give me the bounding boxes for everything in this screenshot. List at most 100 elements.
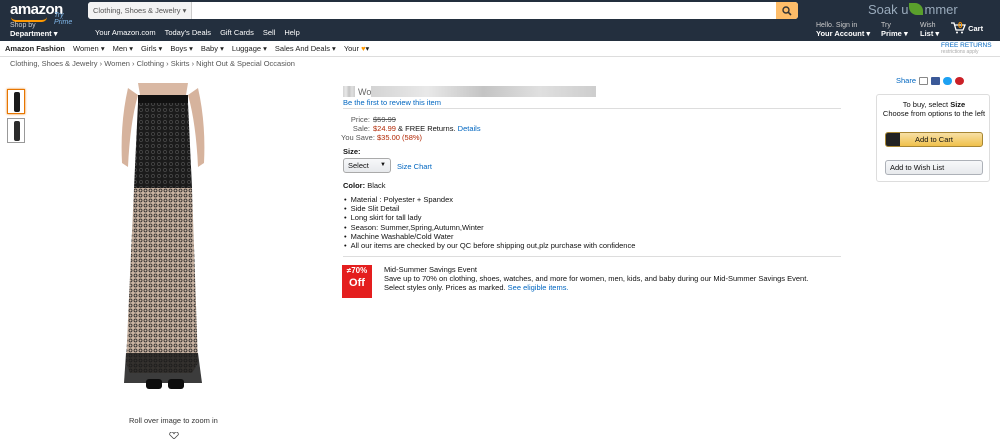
pinterest-icon[interactable] bbox=[955, 76, 965, 85]
divider bbox=[343, 108, 841, 109]
sale-price: $24.99 bbox=[373, 124, 396, 133]
bullet-item: Material : Polyester + Spandex bbox=[344, 195, 635, 204]
color-label: Color: bbox=[343, 181, 366, 190]
eligible-items-link[interactable]: See eligible items. bbox=[508, 283, 569, 292]
size-select[interactable]: Select ▼ bbox=[343, 158, 391, 173]
add-to-wishlist-button[interactable]: Add to Wish List bbox=[885, 160, 983, 175]
nav-gift-cards[interactable]: Gift Cards bbox=[220, 28, 254, 37]
list-price: $59.99 bbox=[373, 115, 396, 124]
review-link[interactable]: Be the first to review this item bbox=[343, 98, 441, 107]
account-menu[interactable]: Hello. Sign in Your Account ▾ bbox=[816, 22, 870, 38]
search-category-label: Clothing, Shoes & Jewelry bbox=[93, 6, 181, 15]
subnav-your[interactable]: Your ♥▾ bbox=[344, 44, 369, 53]
add-to-cart-label: Add to Cart bbox=[915, 135, 953, 144]
color-row: Color: Black bbox=[343, 181, 386, 190]
color-value: Black bbox=[367, 181, 386, 190]
event-note: Select styles only. Prices as marked. Se… bbox=[384, 283, 569, 292]
details-link[interactable]: Details bbox=[458, 124, 481, 133]
add-to-cart-button[interactable]: Add to Cart bbox=[885, 132, 983, 147]
thumbnail-2[interactable] bbox=[7, 118, 25, 143]
save-amount: $35.00 (58%) bbox=[377, 133, 423, 142]
cart-icon bbox=[886, 133, 900, 146]
shop-by-department[interactable]: Shop by Department ▾ bbox=[10, 22, 58, 38]
twitter-icon[interactable] bbox=[943, 76, 953, 85]
subnav-girls[interactable]: Girls ▾ bbox=[141, 44, 162, 53]
search-category-dropdown[interactable]: Clothing, Shoes & Jewelry ▾ bbox=[88, 2, 193, 19]
zoom-hint: Roll over image to zoom in bbox=[129, 416, 218, 425]
event-title: Mid-Summer Savings Event bbox=[384, 265, 477, 274]
header-nav-links: Your Amazon.com Today's Deals Gift Cards… bbox=[95, 28, 300, 37]
buy-instructions: To buy, select Size Choose from options … bbox=[882, 100, 986, 118]
promo-text-1: Soak u bbox=[868, 2, 909, 17]
price-label: Price: bbox=[350, 115, 370, 124]
free-returns-link[interactable]: FREE RETURNS restrictions apply bbox=[941, 42, 992, 56]
account-line2: Your Account bbox=[816, 29, 865, 38]
sale-label: Sale: bbox=[352, 124, 370, 133]
search-bar: Clothing, Shoes & Jewelry ▾ bbox=[88, 2, 798, 19]
top-navigation-bar: amazon Try Prime Clothing, Shoes & Jewel… bbox=[0, 0, 1000, 41]
search-input[interactable] bbox=[192, 2, 776, 19]
fashion-subnav: Amazon Fashion Women ▾ Men ▾ Girls ▾ Boy… bbox=[0, 41, 1000, 57]
search-button[interactable] bbox=[776, 2, 798, 19]
nav-sell[interactable]: Sell bbox=[263, 28, 276, 37]
leaf-icon bbox=[909, 3, 924, 15]
shop-by-line2: Department bbox=[10, 29, 52, 38]
breadcrumb[interactable]: Clothing, Shoes & Jewelry › Women › Clot… bbox=[10, 59, 295, 68]
promo-text-2: mmer bbox=[924, 2, 958, 17]
chevron-down-icon: ▼ bbox=[380, 162, 386, 168]
subnav-boys[interactable]: Boys ▾ bbox=[170, 44, 193, 53]
title-redacted bbox=[371, 86, 596, 97]
prime-menu[interactable]: Try Prime ▾ bbox=[881, 22, 908, 38]
bullet-item: Side Slit Detail bbox=[344, 204, 635, 213]
cart-count: 0 bbox=[958, 21, 963, 30]
add-to-wishlist-label: Add to Wish List bbox=[890, 163, 945, 172]
heart-icon[interactable] bbox=[168, 432, 180, 439]
facebook-icon[interactable] bbox=[931, 76, 941, 85]
main-product-image[interactable] bbox=[108, 83, 218, 393]
subnav-men[interactable]: Men ▾ bbox=[113, 44, 133, 53]
nav-your-amazon[interactable]: Your Amazon.com bbox=[95, 28, 156, 37]
size-select-value: Select bbox=[348, 161, 369, 170]
promo-banner[interactable]: Soak u mmer bbox=[868, 0, 958, 20]
subnav-luggage[interactable]: Luggage ▾ bbox=[232, 44, 267, 53]
bullet-item: All our items are checked by our QC befo… bbox=[344, 241, 636, 250]
product-title-text: Wo bbox=[358, 87, 372, 97]
free-returns-note: & FREE Returns. bbox=[398, 124, 456, 133]
save-label: You Save: bbox=[341, 133, 375, 142]
list-price-row: Price: $59.99 bbox=[336, 115, 396, 124]
subnav-women[interactable]: Women ▾ bbox=[73, 44, 105, 53]
thumbnail-1[interactable] bbox=[7, 89, 25, 114]
badge-off: Off bbox=[349, 277, 365, 289]
badge-percent: ≠70% bbox=[346, 266, 368, 275]
savings-event: Mid-Summer Savings Event Save up to 70% … bbox=[384, 265, 844, 292]
thumbnail-image bbox=[14, 121, 20, 141]
subnav-sales-and-deals[interactable]: Sales And Deals ▾ bbox=[275, 44, 336, 53]
cart-button[interactable]: 0 Cart bbox=[950, 21, 984, 34]
wish-list-menu[interactable]: Wish List ▾ bbox=[920, 22, 939, 38]
bullet-item: Machine Washable/Cold Water bbox=[344, 232, 635, 241]
email-icon[interactable] bbox=[919, 76, 929, 85]
subnav-baby[interactable]: Baby ▾ bbox=[201, 44, 224, 53]
amazon-logo[interactable]: amazon Try Prime bbox=[10, 2, 72, 26]
subnav-amazon-fashion[interactable]: Amazon Fashion bbox=[5, 44, 65, 53]
nav-help[interactable]: Help bbox=[284, 28, 299, 37]
nav-todays-deals[interactable]: Today's Deals bbox=[165, 28, 211, 37]
share-bar: Share bbox=[896, 76, 965, 85]
thumbnail-image bbox=[14, 92, 20, 112]
size-chart-link[interactable]: Size Chart bbox=[397, 162, 432, 171]
divider bbox=[343, 256, 841, 257]
skirt-image bbox=[121, 83, 205, 389]
search-icon bbox=[782, 5, 792, 16]
savings-badge[interactable]: ≠70% Off bbox=[342, 265, 372, 298]
free-returns-text: FREE RETURNS bbox=[941, 42, 992, 49]
feature-bullets: Material : Polyester + Spandex Side Slit… bbox=[344, 195, 636, 250]
free-returns-subtext: restrictions apply bbox=[941, 49, 979, 55]
bullet-item: Season: Summer,Spring,Autumn,Winter bbox=[344, 223, 635, 232]
bullet-item: Long skirt for tall lady bbox=[344, 213, 635, 222]
share-link[interactable]: Share bbox=[896, 76, 916, 85]
product-title: Wo bbox=[343, 84, 598, 98]
you-save-row: You Save: $35.00 (58%) bbox=[341, 133, 422, 142]
prime-line2: Prime bbox=[881, 29, 902, 38]
event-description: Save up to 70% on clothing, shoes, watch… bbox=[384, 274, 809, 283]
cart-label: Cart bbox=[968, 24, 984, 33]
